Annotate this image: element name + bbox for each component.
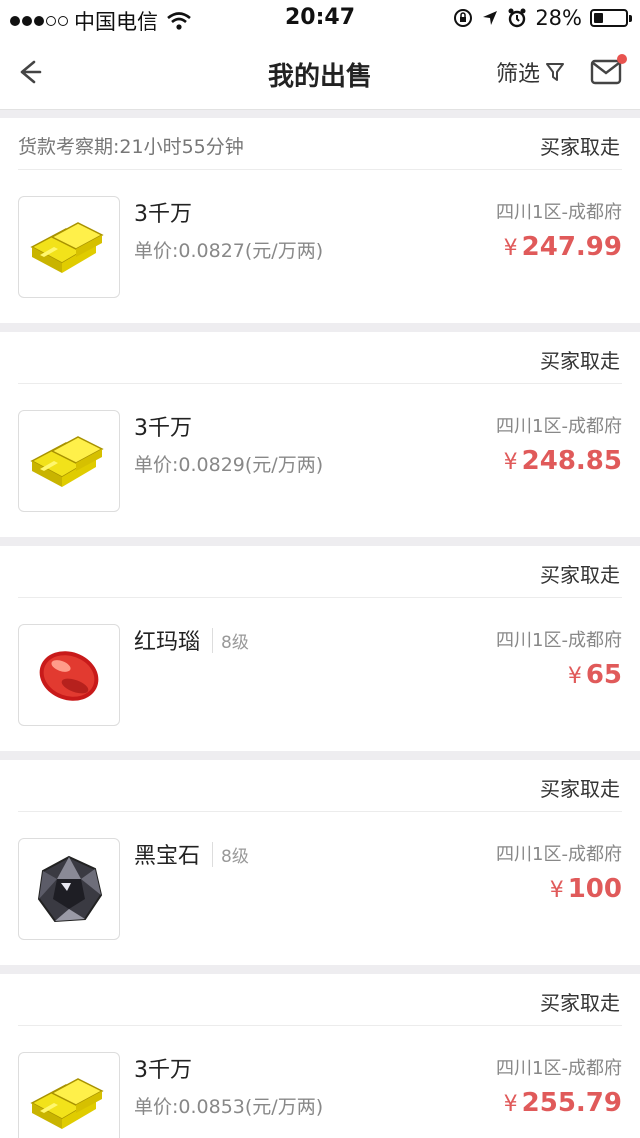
gold-bars-thumbnail[interactable] (18, 1052, 120, 1138)
order-card[interactable]: 买家取走 黑宝石 8级 四川1区-成都府 ¥100 (0, 760, 640, 965)
server-label: 四川1区-成都府 (496, 202, 622, 223)
order-card[interactable]: 货款考察期:21小时55分钟 买家取走 3千万 单价:0.0827(元/万两) … (0, 118, 640, 323)
item-name-text: 3千万 (134, 202, 192, 227)
filter-button[interactable]: 筛选 (496, 56, 565, 88)
item-name: 黑宝石 8级 (134, 838, 249, 870)
currency-symbol: ¥ (549, 878, 564, 903)
server-label: 四川1区-成都府 (496, 1058, 622, 1079)
battery-icon (590, 9, 632, 27)
price: ¥248.85 (504, 446, 622, 476)
item-name-text: 3千万 (134, 1058, 192, 1083)
currency-symbol: ¥ (567, 664, 582, 689)
gold-bars-icon (30, 1078, 104, 1129)
gold-bars-thumbnail[interactable] (18, 410, 120, 512)
order-header: 货款考察期:21小时55分钟 买家取走 (18, 118, 622, 170)
gold-bars-thumbnail[interactable] (18, 196, 120, 298)
order-header: 买家取走 (18, 332, 622, 384)
item-name: 3千万 (134, 1052, 192, 1084)
order-header: 买家取走 (18, 546, 622, 598)
unit-price: 单价:0.0827(元/万两) (134, 240, 324, 262)
red-agate-thumbnail[interactable] (18, 624, 120, 726)
item-name: 红玛瑙 8级 (134, 624, 249, 656)
order-status: 买家取走 (540, 777, 620, 801)
gold-bars-icon (30, 436, 104, 487)
order-status: 买家取走 (540, 563, 620, 587)
item-name: 3千万 (134, 196, 192, 228)
item-level: 8级 (212, 841, 249, 867)
order-status: 买家取走 (540, 135, 620, 159)
item-level: 8级 (212, 627, 249, 653)
red-agate-gem-icon (39, 651, 99, 701)
item-name: 3千万 (134, 410, 192, 442)
server-label: 四川1区-成都府 (496, 844, 622, 865)
price-value: 248.85 (521, 446, 622, 476)
price-value: 65 (585, 660, 622, 690)
price-value: 100 (567, 874, 622, 904)
server-label: 四川1区-成都府 (496, 630, 622, 651)
payment-period: 货款考察期:21小时55分钟 (18, 136, 244, 158)
order-status: 买家取走 (540, 991, 620, 1015)
price: ¥247.99 (504, 232, 622, 262)
gold-bars-icon (30, 222, 104, 273)
black-gem-icon (37, 855, 103, 923)
item-name-text: 红玛瑙 (134, 630, 201, 655)
status-bar: 中国电信 20:47 28% (0, 0, 640, 36)
price: ¥100 (550, 874, 622, 904)
currency-symbol: ¥ (503, 450, 518, 475)
currency-symbol: ¥ (503, 1092, 518, 1117)
price: ¥255.79 (504, 1088, 622, 1118)
unit-price: 单价:0.0853(元/万两) (134, 1096, 324, 1118)
order-status: 买家取走 (540, 349, 620, 373)
alarm-icon (508, 8, 526, 28)
notification-dot (617, 54, 627, 64)
currency-symbol: ¥ (503, 236, 518, 261)
order-card[interactable]: 买家取走 红玛瑙 8级 四川1区-成都府 ¥65 (0, 546, 640, 751)
filter-label: 筛选 (496, 62, 541, 87)
order-header: 买家取走 (18, 974, 622, 1026)
black-gem-thumbnail[interactable] (18, 838, 120, 940)
funnel-icon (546, 63, 565, 81)
item-name-text: 黑宝石 (134, 844, 201, 869)
item-name-text: 3千万 (134, 416, 192, 441)
unit-price: 单价:0.0829(元/万两) (134, 454, 324, 476)
order-header: 买家取走 (18, 760, 622, 812)
order-card[interactable]: 买家取走 3千万 单价:0.0853(元/万两) 四川1区-成都府 ¥255.7… (0, 974, 640, 1138)
battery-percent: 28% (535, 6, 582, 30)
price-value: 247.99 (521, 232, 622, 262)
order-card[interactable]: 买家取走 3千万 单价:0.0829(元/万两) 四川1区-成都府 ¥248.8… (0, 332, 640, 537)
price-value: 255.79 (521, 1088, 622, 1118)
location-icon (483, 11, 498, 25)
price: ¥65 (568, 660, 622, 690)
nav-bar: 我的出售 筛选 (0, 36, 640, 110)
server-label: 四川1区-成都府 (496, 416, 622, 437)
status-right: 28% (453, 6, 632, 30)
rotation-lock-icon (454, 9, 473, 27)
